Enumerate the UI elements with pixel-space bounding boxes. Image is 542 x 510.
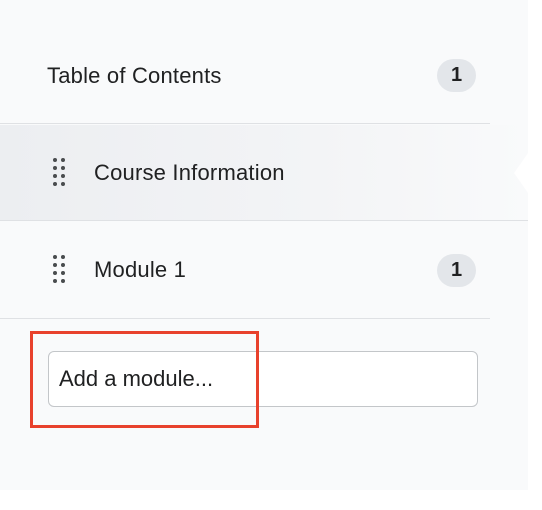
module-item-module-1[interactable]: Module 1 1	[0, 222, 490, 319]
module-item-course-information[interactable]: Course Information	[0, 125, 528, 221]
panel-divider	[528, 0, 542, 510]
toc-header-item[interactable]: Table of Contents 1	[0, 28, 490, 124]
module-label: Course Information	[94, 159, 285, 185]
drag-handle-icon[interactable]	[53, 157, 65, 188]
toc-count-badge: 1	[437, 59, 476, 92]
drag-handle-icon[interactable]	[53, 255, 65, 285]
selected-indicator-notch	[514, 152, 528, 193]
add-module-input[interactable]	[48, 351, 478, 407]
module-label: Module 1	[94, 257, 187, 282]
module-count-badge: 1	[437, 253, 476, 287]
table-of-contents-panel: Table of Contents 1 Course Information M…	[0, 0, 528, 490]
toc-title: Table of Contents	[47, 62, 222, 88]
